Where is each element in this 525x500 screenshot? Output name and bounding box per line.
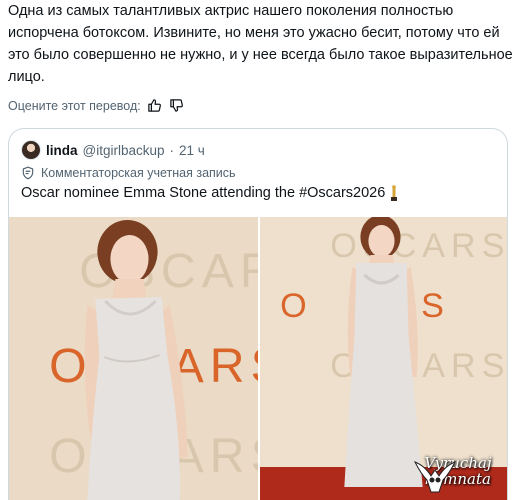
quoted-post-body: Oscar nominee Emma Stone attending the #… — [21, 185, 386, 201]
author-name[interactable]: linda — [46, 143, 78, 158]
shield-icon — [22, 166, 34, 180]
translation-rating: Оцените этот перевод: — [8, 96, 185, 116]
quoted-post-card[interactable]: linda @itgirlbackup · 21 ч Комментаторск… — [8, 128, 508, 500]
oscar-statue-emoji — [391, 185, 398, 201]
photo-left[interactable]: OSCARS OSCARS OSCARS — [9, 217, 258, 500]
media-gallery: OSCARS OSCARS OSCARS — [9, 217, 508, 500]
post-time[interactable]: 21 ч — [179, 143, 205, 158]
avatar[interactable] — [21, 140, 41, 160]
quoted-post-header: linda @itgirlbackup · 21 ч — [21, 140, 205, 160]
svg-text:OSCARS: OSCARS — [330, 227, 508, 265]
svg-text:O: O — [280, 287, 313, 325]
badge-text: Комментаторская учетная запись — [41, 166, 236, 180]
separator-dot: · — [169, 142, 175, 158]
photo-left-image: OSCARS OSCARS OSCARS — [9, 217, 258, 500]
commentator-badge: Комментаторская учетная запись — [21, 166, 236, 180]
thumbs-down-icon[interactable] — [169, 98, 185, 114]
quoted-post-text: Oscar nominee Emma Stone attending the #… — [21, 185, 399, 201]
author-handle[interactable]: @itgirlbackup — [83, 143, 165, 158]
thumbs-up-icon[interactable] — [147, 98, 163, 114]
owl-skull-icon — [413, 461, 457, 493]
rate-translation-label: Оцените этот перевод: — [8, 99, 141, 113]
photo-right[interactable]: OSCARS RS OSCARS O Vyruchaj komnata — [260, 217, 508, 500]
translated-post-text: Одна из самых талантливых актрис нашего … — [8, 3, 513, 85]
watermark: Vyruchaj komnata — [413, 456, 503, 493]
